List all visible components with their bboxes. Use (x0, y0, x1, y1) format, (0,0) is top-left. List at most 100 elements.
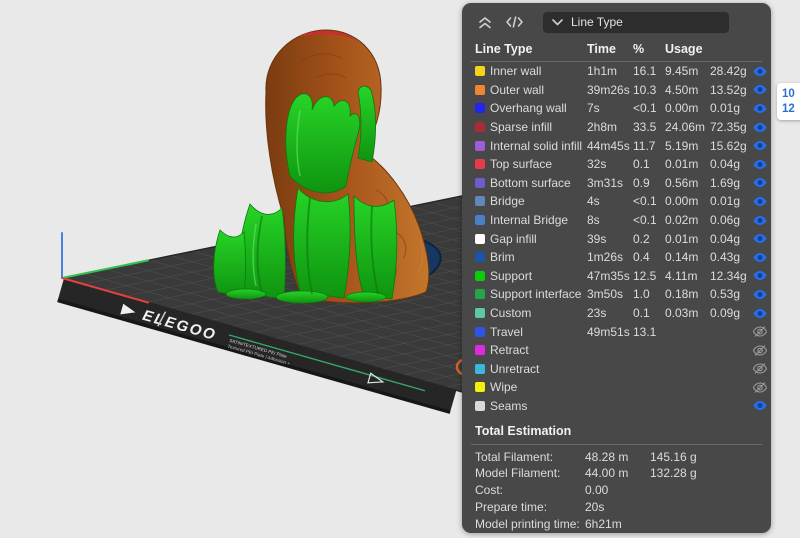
row-color-swatch (475, 270, 485, 281)
total-estimation-row: Total Filament: 48.28 m 145.16 g (462, 448, 771, 465)
row-time: 3m50s (587, 287, 624, 302)
divider (471, 61, 762, 62)
line-type-row[interactable]: Support 47m35s 12.5 4.11m 12.34g (462, 267, 771, 286)
row-percent: 11.7 (633, 138, 656, 153)
row-percent: <0.1 (633, 194, 657, 209)
row-weight: 12.34g (710, 268, 747, 283)
row-label: Bridge (490, 194, 525, 209)
total-estimation-row: Prepare time: 20s (462, 499, 771, 516)
visibility-toggle[interactable] (752, 233, 768, 244)
visibility-toggle[interactable] (752, 270, 768, 281)
row-color-swatch (475, 215, 485, 226)
row-time: 39m26s (587, 82, 630, 97)
row-length: 24.06m (665, 120, 706, 135)
visibility-toggle[interactable] (752, 215, 768, 226)
line-type-row[interactable]: Internal Bridge 8s <0.1 0.02m 0.06g (462, 211, 771, 230)
gcode-view-button[interactable] (504, 12, 524, 32)
row-color-swatch (475, 84, 485, 95)
row-length: 0.03m (665, 306, 699, 321)
row-color-swatch (475, 326, 485, 337)
line-type-row[interactable]: Retract (462, 341, 771, 360)
app-window: ELEGOO SATIN/TEXTURED PEI Plate Textured… (0, 0, 800, 538)
eye-icon (753, 122, 767, 132)
line-type-row[interactable]: Bottom surface 3m31s 0.9 0.56m 1.69g (462, 174, 771, 193)
visibility-toggle[interactable] (752, 344, 768, 356)
row-length: 4.50m (665, 82, 699, 97)
row-time: 3m31s (587, 175, 624, 190)
line-type-row[interactable]: Gap infill 39s 0.2 0.01m 0.04g (462, 229, 771, 248)
col-line-type: Line Type (475, 42, 533, 56)
row-time: 4s (587, 194, 600, 209)
line-type-row[interactable]: Overhang wall 7s <0.1 0.00m 0.01g (462, 99, 771, 118)
row-label: Internal Bridge (490, 213, 569, 228)
row-percent: 0.1 (633, 306, 650, 321)
line-type-row[interactable]: Internal solid infill 44m45s 11.7 5.19m … (462, 136, 771, 155)
table-column-header: Line Type Time % Usage (462, 37, 771, 61)
line-type-row[interactable]: Support interface 3m50s 1.0 0.18m 0.53g (462, 285, 771, 304)
visibility-toggle[interactable] (752, 400, 768, 411)
row-color-swatch (475, 122, 485, 133)
visibility-toggle[interactable] (752, 252, 768, 263)
visibility-toggle[interactable] (752, 382, 768, 393)
row-label: Retract (490, 343, 529, 358)
line-type-row[interactable]: Unretract (462, 360, 771, 379)
line-type-row[interactable]: Seams (462, 397, 771, 416)
line-type-row[interactable]: Travel 49m51s 13.1 (462, 322, 771, 341)
line-type-row[interactable]: Inner wall 1h1m 16.1 9.45m 28.42g (462, 62, 771, 81)
view-mode-label: Line Type (571, 15, 623, 29)
row-label: Unretract (490, 361, 540, 376)
visibility-toggle[interactable] (752, 363, 768, 375)
line-type-row[interactable]: Brim 1m26s 0.4 0.14m 0.43g (462, 248, 771, 267)
visibility-toggle[interactable] (752, 66, 768, 77)
visibility-toggle[interactable] (752, 308, 768, 319)
eye-icon (753, 252, 767, 262)
visibility-toggle[interactable] (752, 196, 768, 207)
visibility-toggle[interactable] (752, 140, 768, 151)
visibility-toggle[interactable] (752, 159, 768, 170)
line-type-row[interactable]: Bridge 4s <0.1 0.00m 0.01g (462, 192, 771, 211)
visibility-toggle[interactable] (752, 289, 768, 300)
row-weight: 0.01g (710, 101, 741, 116)
total-value: 48.28 m (585, 449, 629, 464)
total-value: 6h21m (585, 516, 622, 531)
row-label: Support interface (490, 287, 582, 302)
total-value: 44.00 m (585, 466, 629, 481)
row-percent: 13.1 (633, 324, 657, 339)
layer-indicator-line2: 12 (782, 102, 795, 115)
divider (471, 444, 762, 446)
eye-icon (753, 178, 767, 188)
row-length: 5.19m (665, 138, 699, 153)
view-mode-dropdown[interactable]: Line Type (543, 11, 729, 33)
row-percent: 16.1 (633, 64, 657, 79)
line-type-row[interactable]: Outer wall 39m26s 10.3 4.50m 13.52g (462, 81, 771, 100)
row-length: 0.01m (665, 157, 699, 172)
line-type-row[interactable]: Sparse infill 2h8m 33.5 24.06m 72.35g (462, 118, 771, 137)
row-length: 0.56m (665, 175, 699, 190)
eye-icon (753, 271, 767, 281)
row-weight: 0.04g (710, 231, 741, 246)
total-estimation-row: Model printing time: 6h21m (462, 515, 771, 532)
visibility-toggle[interactable] (752, 122, 768, 133)
row-label: Travel (490, 324, 523, 339)
panel-header: Line Type (462, 3, 771, 37)
line-type-row[interactable]: Wipe (462, 378, 771, 397)
row-percent: <0.1 (633, 101, 657, 116)
collapse-panel-button[interactable] (475, 12, 495, 32)
row-weight: 0.01g (710, 194, 741, 209)
eye-icon (753, 215, 767, 225)
line-type-row[interactable]: Custom 23s 0.1 0.03m 0.09g (462, 304, 771, 323)
eye-icon (753, 159, 767, 169)
visibility-toggle[interactable] (752, 103, 768, 114)
row-percent: 0.1 (633, 157, 650, 172)
row-color-swatch (475, 252, 485, 263)
row-color-swatch (475, 308, 485, 319)
line-type-row[interactable]: Top surface 32s 0.1 0.01m 0.04g (462, 155, 771, 174)
visibility-toggle[interactable] (752, 84, 768, 95)
row-time: 47m35s (587, 268, 630, 283)
row-length: 0.00m (665, 194, 699, 209)
total-estimation-list: Total Filament: 48.28 m 145.16 g Model F… (462, 445, 771, 533)
row-time: 32s (587, 157, 607, 172)
visibility-toggle[interactable] (752, 326, 768, 337)
row-percent: 33.5 (633, 120, 657, 135)
visibility-toggle[interactable] (752, 177, 768, 188)
